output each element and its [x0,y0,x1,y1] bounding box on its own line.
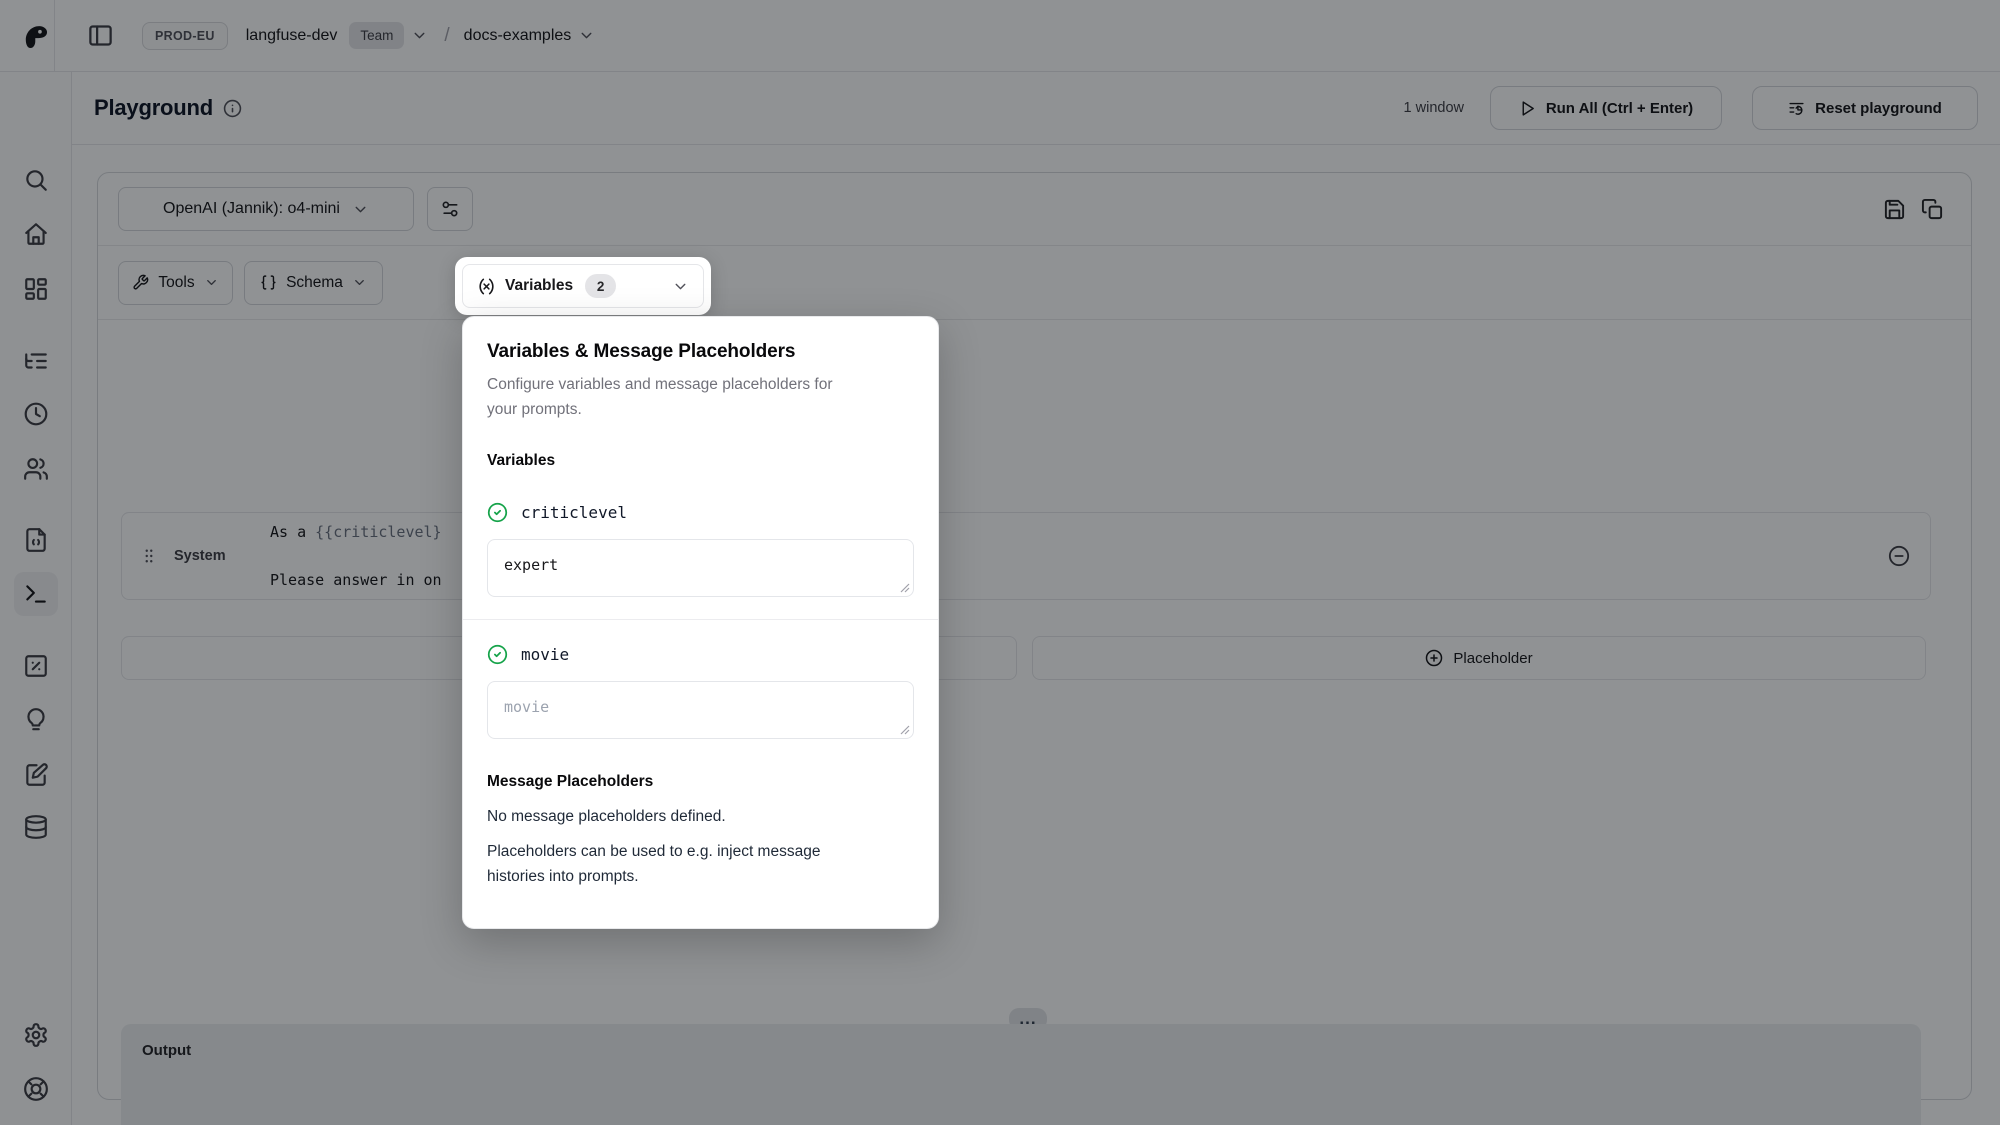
variable-name: movie [521,645,569,664]
variable-name: criticlevel [521,503,627,522]
variable-row: criticlevel [487,502,914,523]
resize-handle-icon[interactable] [900,725,910,735]
placeholders-heading: Message Placeholders [487,773,914,791]
circle-check-icon [487,644,508,665]
placeholders-empty-text: No message placeholders defined. [487,808,914,826]
playground-screen: PROD-EU langfuse-dev Team / docs-example… [0,0,2000,1125]
variable-icon [477,277,496,296]
variable-value-input[interactable] [487,681,914,739]
variables-label: Variables [505,277,573,295]
popover-title: Variables & Message Placeholders [487,341,914,363]
circle-check-icon [487,502,508,523]
variable-input-wrap: expert [487,539,914,597]
variables-heading: Variables [487,452,914,470]
popover-description: Configure variables and message placehol… [487,372,862,422]
variable-input-wrap [487,681,914,739]
popover-divider [463,619,938,620]
chevron-down-icon [672,278,689,295]
variable-row: movie [487,644,914,665]
variables-dropdown[interactable]: Variables 2 [462,264,704,308]
resize-handle-icon[interactable] [900,583,910,593]
variable-value-input[interactable]: expert [487,539,914,597]
dim-overlay[interactable] [0,0,2000,1125]
variables-popover: Variables & Message Placeholders Configu… [462,316,939,929]
variables-count-badge: 2 [585,274,616,298]
placeholders-hint-text: Placeholders can be used to e.g. inject … [487,839,867,889]
variables-button-container: Variables 2 [455,257,711,315]
